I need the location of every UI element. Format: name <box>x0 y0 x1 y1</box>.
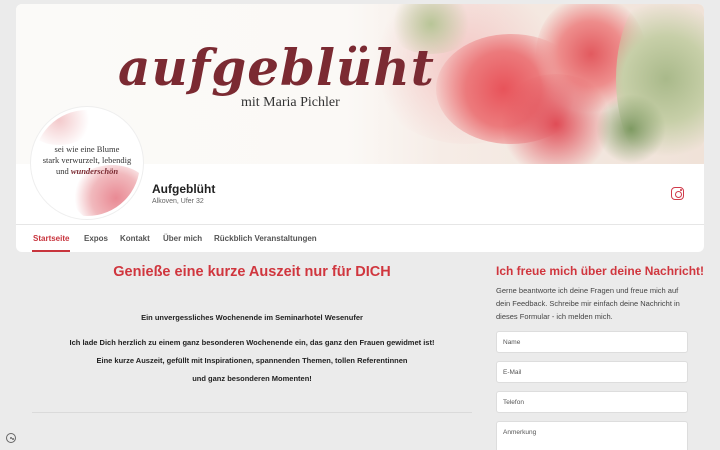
profile-location: Alkoven, Ufer 32 <box>152 198 204 205</box>
name-field[interactable] <box>496 331 688 353</box>
message-field[interactable] <box>496 421 688 450</box>
content-line: und ganz besonderen Momenten! <box>192 374 312 383</box>
divider <box>32 412 472 413</box>
page-title: Genieße eine kurze Auszeit nur für DICH <box>113 264 391 280</box>
tab-expos[interactable]: Expos <box>84 234 108 243</box>
avatar-text-line: sei wie eine Blume <box>54 144 120 154</box>
profile-card: aufgeblüht mit Maria Pichler sei wie ein… <box>16 4 704 252</box>
avatar-text-line: stark verwurzelt, lebendig <box>42 155 132 165</box>
contact-form-description: Gerne beantworte ich deine Fragen und fr… <box>496 286 680 321</box>
avatar-text-line: und wunderschön <box>55 166 119 176</box>
contact-form-title: Ich freue mich über deine Nachricht! <box>496 264 705 278</box>
tab-kontakt[interactable]: Kontakt <box>120 234 150 243</box>
phone-field[interactable] <box>496 391 688 413</box>
active-tab-indicator <box>32 250 70 252</box>
cover-title: aufgeblüht <box>118 38 435 97</box>
nav-tabs: Startseite Expos Kontakt Über mich Rückb… <box>16 225 704 252</box>
tab-ueber-mich[interactable]: Über mich <box>163 234 202 243</box>
content-line: Ein unvergessliches Wochenende im Semina… <box>141 313 363 322</box>
cover-subtitle: mit Maria Pichler <box>241 95 340 110</box>
instagram-icon[interactable] <box>671 187 684 200</box>
email-field[interactable] <box>496 361 688 383</box>
content-line: Eine kurze Auszeit, gefüllt mit Inspirat… <box>96 356 408 365</box>
cookie-settings-icon[interactable] <box>6 433 16 443</box>
tab-rueckblick[interactable]: Rückblich Veranstaltungen <box>214 234 317 243</box>
content-line: Ich lade Dich herzlich zu einem ganz bes… <box>69 338 435 347</box>
tab-startseite[interactable]: Startseite <box>33 234 69 243</box>
avatar[interactable]: sei wie eine Blume stark verwurzelt, leb… <box>31 107 143 219</box>
profile-name: Aufgeblüht <box>152 182 216 196</box>
